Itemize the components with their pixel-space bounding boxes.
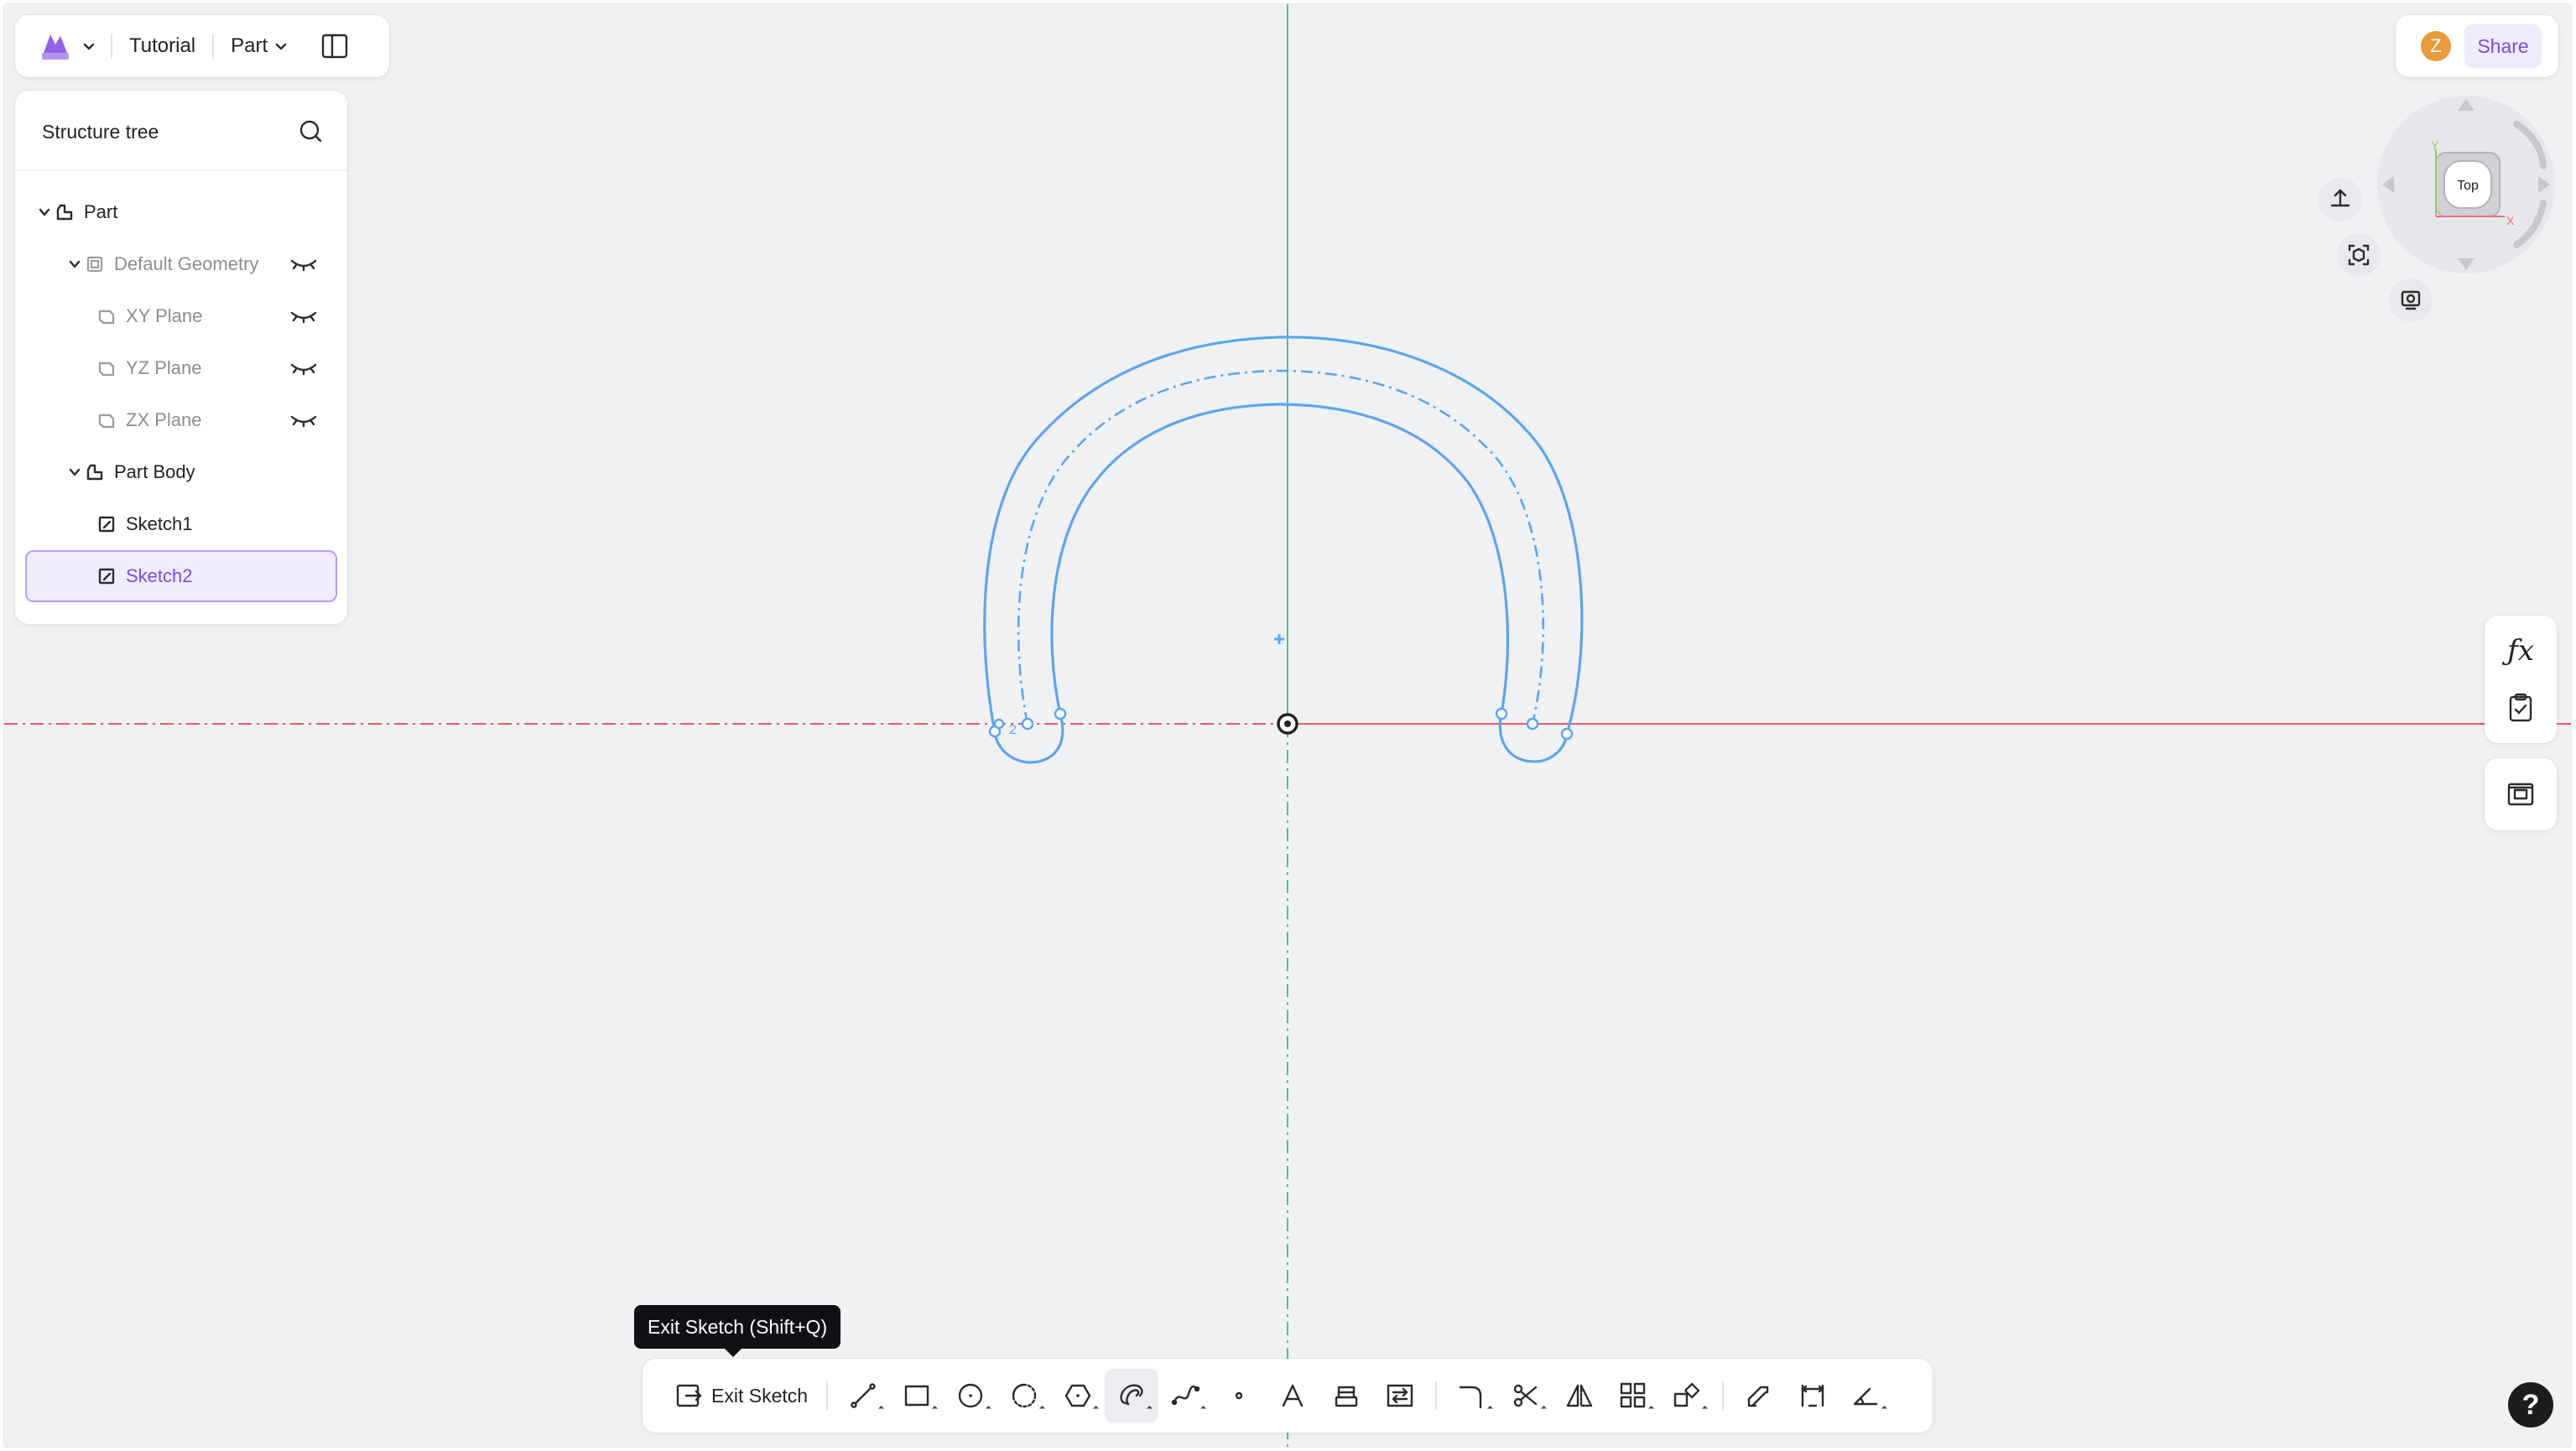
pattern-tool-icon[interactable] <box>1606 1369 1660 1422</box>
3d-viewport[interactable]: 2 <box>3 3 2572 1448</box>
top-left-bar: Tutorial Part <box>15 15 389 77</box>
tree-header: Structure tree <box>15 91 347 171</box>
tree-item-label: Default Geometry <box>114 253 259 274</box>
polygon-tool-icon[interactable] <box>1051 1369 1105 1422</box>
tree-item-sketch1[interactable]: Sketch1 <box>25 498 337 550</box>
divider <box>212 34 215 59</box>
divider <box>1722 1381 1725 1410</box>
eye-closed-icon[interactable] <box>289 359 319 377</box>
divider <box>111 34 112 59</box>
tree-item-yz-plane[interactable]: YZ Plane <box>25 342 337 394</box>
dimension-tool-icon[interactable] <box>1786 1369 1840 1422</box>
eye-closed-icon[interactable] <box>289 307 319 325</box>
part-icon <box>54 201 75 223</box>
origin-point[interactable] <box>1277 713 1298 735</box>
project-title[interactable]: Tutorial <box>124 34 200 58</box>
view-cube[interactable]: Top Y X <box>2365 91 2558 283</box>
axis-y-label: Y <box>2431 138 2439 152</box>
tree-item-zx-plane[interactable]: ZX Plane <box>25 394 337 446</box>
project-tool-icon[interactable] <box>1319 1369 1373 1422</box>
slot-tool-icon[interactable] <box>1105 1369 1159 1422</box>
body-icon <box>84 461 106 483</box>
divider <box>826 1381 829 1410</box>
exit-sketch-label: Exit Sketch <box>711 1384 809 1407</box>
geometry-icon <box>84 253 106 275</box>
slot-arc-profile[interactable] <box>983 335 1584 764</box>
tree-item-label: Sketch2 <box>126 565 193 586</box>
circle-tool-icon[interactable] <box>944 1369 997 1422</box>
tree-item-label: YZ Plane <box>126 357 202 378</box>
transform-tool-icon[interactable] <box>1660 1369 1714 1422</box>
tree-item-sketch2[interactable]: Sketch2 <box>25 550 337 602</box>
plane-icon <box>96 409 117 431</box>
eye-closed-icon[interactable] <box>289 255 319 273</box>
right-toolbar-secondary <box>2485 758 2557 830</box>
mode-selector[interactable]: Part <box>226 34 293 58</box>
display-mode-icon[interactable] <box>2389 278 2433 322</box>
chevron-down-icon <box>275 43 287 50</box>
view-cube-face-label[interactable]: Top <box>2457 179 2479 193</box>
dimension-label[interactable]: 2 <box>1009 723 1017 737</box>
axis-x-label: X <box>2506 214 2515 227</box>
plane-icon <box>96 357 117 379</box>
toggle-panel-icon[interactable] <box>316 28 353 65</box>
center-arc <box>1017 369 1545 725</box>
inner-arc[interactable] <box>1050 403 1510 715</box>
sketch-canvas[interactable]: 2 <box>4 4 2572 1448</box>
home-view-icon[interactable] <box>2318 178 2362 221</box>
sketch-icon <box>96 565 117 587</box>
divider <box>1435 1381 1438 1410</box>
eye-closed-icon[interactable] <box>289 411 319 429</box>
trim-tool-icon[interactable] <box>1499 1369 1553 1422</box>
chevron-down-icon[interactable] <box>35 203 54 221</box>
convert-tool-icon[interactable] <box>1373 1369 1427 1422</box>
rectangle-tool-icon[interactable] <box>890 1369 944 1422</box>
sketch-icon <box>96 513 117 535</box>
tree-item-label: Part Body <box>114 461 195 482</box>
structure-tree-panel: Structure tree Part Default Geometry XY … <box>15 91 347 624</box>
tree-item-part[interactable]: Part <box>25 186 337 238</box>
right-toolbar: ƒx <box>2485 616 2557 743</box>
plane-icon <box>96 305 117 327</box>
drawing-icon[interactable] <box>2499 772 2542 816</box>
point-tool-icon[interactable] <box>1212 1369 1266 1422</box>
arc-tool-icon[interactable] <box>997 1369 1051 1422</box>
constraint-tool-icon[interactable] <box>1840 1369 1893 1422</box>
arc-center-marker[interactable] <box>1274 634 1284 644</box>
spline-tool-icon[interactable] <box>1158 1369 1212 1422</box>
line-tool-icon[interactable] <box>836 1369 890 1422</box>
tree-item-label: Part <box>84 201 118 222</box>
checklist-icon[interactable] <box>2499 686 2542 730</box>
fit-view-icon[interactable] <box>2337 233 2381 277</box>
tree-item-label: Sketch1 <box>126 513 193 534</box>
mirror-tool-icon[interactable] <box>1553 1369 1606 1422</box>
app-logo-icon[interactable] <box>34 24 77 68</box>
tree-item-default-geometry[interactable]: Default Geometry <box>25 238 337 290</box>
tree-item-xy-plane[interactable]: XY Plane <box>25 290 337 342</box>
exit-sketch-button[interactable]: Exit Sketch <box>664 1370 818 1421</box>
exit-sketch-tooltip: Exit Sketch (Shift+Q) <box>634 1305 841 1357</box>
fillet-tool-icon[interactable] <box>1445 1369 1499 1422</box>
offset-tool-icon[interactable] <box>1732 1369 1786 1422</box>
sketch-toolbar: Exit Sketch <box>643 1359 1933 1433</box>
chevron-down-icon[interactable] <box>65 255 84 273</box>
tree-item-part-body[interactable]: Part Body <box>25 446 337 498</box>
chevron-down-icon[interactable] <box>79 36 99 56</box>
mode-label: Part <box>231 34 268 57</box>
exit-sketch-icon <box>676 1384 702 1407</box>
help-button[interactable]: ? <box>2508 1382 2553 1428</box>
chevron-down-icon[interactable] <box>65 463 84 481</box>
fx-variables-icon[interactable]: ƒx <box>2499 629 2542 673</box>
tree-item-label: XY Plane <box>126 305 203 326</box>
search-icon[interactable] <box>295 116 325 146</box>
tree-title: Structure tree <box>42 121 159 143</box>
text-tool-icon[interactable] <box>1266 1369 1319 1422</box>
share-button[interactable]: Share <box>2464 24 2542 68</box>
avatar[interactable]: Z <box>2421 31 2451 61</box>
tree-item-label: ZX Plane <box>126 409 202 430</box>
share-bar: Z Share <box>2396 15 2558 77</box>
